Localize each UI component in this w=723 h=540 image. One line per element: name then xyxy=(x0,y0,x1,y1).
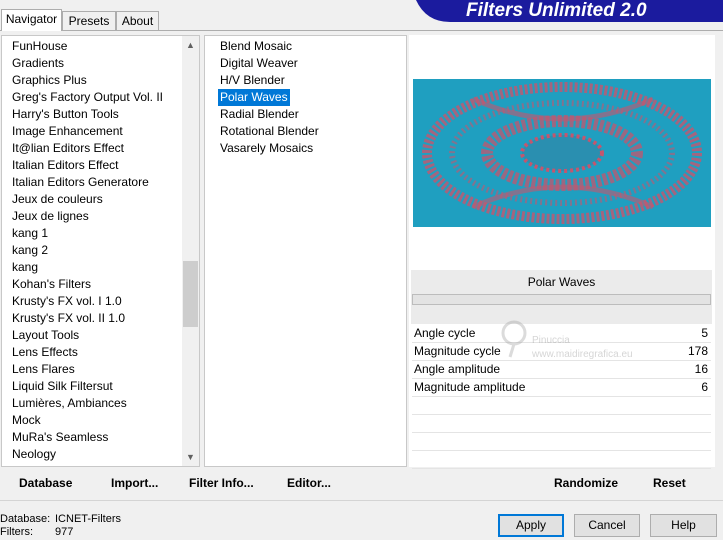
parameter-name: Magnitude cycle xyxy=(414,344,501,358)
status-filters-label: Filters: xyxy=(0,526,33,538)
category-item[interactable]: Kohan's Filters xyxy=(12,276,91,293)
parameter-row-empty xyxy=(412,415,711,433)
category-item[interactable]: Neology xyxy=(12,446,56,463)
category-item[interactable]: Krusty's FX vol. I 1.0 xyxy=(12,293,122,310)
import-button[interactable]: Import... xyxy=(111,473,158,493)
app-title: Filters Unlimited 2.0 xyxy=(466,0,647,21)
category-item[interactable]: kang 1 xyxy=(12,225,48,242)
status-database-label: Database: xyxy=(0,513,51,525)
category-scrollbar[interactable]: ▲ ▼ xyxy=(182,36,199,466)
filter-name-area: Polar Waves xyxy=(411,270,712,324)
category-item[interactable]: Krusty's FX vol. II 1.0 xyxy=(12,310,125,327)
cancel-button[interactable]: Cancel xyxy=(574,514,640,537)
parameter-value[interactable]: 5 xyxy=(701,325,708,342)
category-item[interactable]: Liquid Silk Filtersut xyxy=(12,378,113,395)
category-item[interactable]: kang xyxy=(12,259,38,276)
scroll-down-icon[interactable]: ▼ xyxy=(182,449,199,466)
parameter-name: Angle cycle xyxy=(414,326,476,340)
progress-bar xyxy=(412,294,711,305)
filter-list[interactable]: Blend Mosaic Digital Weaver H/V Blender Pol… xyxy=(204,35,407,467)
category-item[interactable]: kang 2 xyxy=(12,242,48,259)
filter-item[interactable]: Rotational Blender xyxy=(218,123,321,140)
category-item[interactable]: Graphics Plus xyxy=(12,72,87,89)
category-list[interactable]: FunHouse Gradients Graphics Plus Greg's Fac… xyxy=(1,35,200,467)
category-item[interactable]: Gradients xyxy=(12,55,64,72)
filter-item[interactable]: H/V Blender xyxy=(218,72,287,89)
category-item[interactable]: Jeux de lignes xyxy=(12,208,89,225)
parameter-value[interactable]: 16 xyxy=(695,361,708,378)
help-button[interactable]: Help xyxy=(650,514,717,537)
category-item[interactable]: Jeux de couleurs xyxy=(12,191,103,208)
app-title-banner: Filters Unlimited 2.0 xyxy=(416,0,723,22)
tab-presets[interactable]: Presets xyxy=(62,11,116,30)
category-item[interactable]: Harry's Button Tools xyxy=(12,106,119,123)
filter-info-button[interactable]: Filter Info... xyxy=(189,473,254,493)
randomize-button[interactable]: Randomize xyxy=(554,473,618,493)
category-item[interactable]: Mock xyxy=(12,412,41,429)
parameter-row-empty xyxy=(412,433,711,451)
watermark-logo-icon xyxy=(501,320,527,358)
watermark-line2: www.maidiregrafica.eu xyxy=(532,349,633,360)
parameter-row-empty xyxy=(412,451,711,469)
filter-item[interactable]: Blend Mosaic xyxy=(218,38,294,55)
parameter-row-empty xyxy=(412,397,711,415)
category-item[interactable]: Lumières, Ambiances xyxy=(12,395,127,412)
category-item[interactable]: FunHouse xyxy=(12,38,67,55)
parameter-row[interactable]: Magnitude amplitude 6 xyxy=(412,379,711,397)
category-item[interactable]: Greg's Factory Output Vol. II xyxy=(12,89,163,106)
tab-navigator[interactable]: Navigator xyxy=(1,9,62,31)
toolbar-divider xyxy=(0,500,723,501)
category-item[interactable]: It@lian Editors Effect xyxy=(12,140,124,157)
tab-divider xyxy=(0,30,723,31)
filter-item[interactable]: Radial Blender xyxy=(218,106,301,123)
watermark: Pinuccia www.maidiregrafica.eu xyxy=(500,319,660,367)
parameter-value[interactable]: 6 xyxy=(701,379,708,396)
filter-name: Polar Waves xyxy=(527,275,596,289)
filter-item[interactable]: Digital Weaver xyxy=(218,55,300,72)
filter-item[interactable]: Vasarely Mosaics xyxy=(218,140,315,157)
scroll-thumb[interactable] xyxy=(183,261,198,327)
category-item[interactable]: Layout Tools xyxy=(12,327,79,344)
preview-image xyxy=(413,79,711,227)
tab-about[interactable]: About xyxy=(116,11,159,30)
category-item[interactable]: Lens Flares xyxy=(12,361,75,378)
status-filters-value: 977 xyxy=(55,526,74,538)
status-database-value: ICNET-Filters xyxy=(55,513,121,525)
category-item[interactable]: Italian Editors Effect xyxy=(12,157,119,174)
watermark-line1: Pinuccia xyxy=(532,335,570,346)
parameter-name: Magnitude amplitude xyxy=(414,380,526,394)
scroll-up-icon[interactable]: ▲ xyxy=(182,37,199,54)
category-item[interactable]: MuRa's Seamless xyxy=(12,429,108,446)
database-button[interactable]: Database xyxy=(19,473,72,493)
filter-item[interactable]: Polar Waves xyxy=(218,89,290,106)
category-item[interactable]: Lens Effects xyxy=(12,344,78,361)
category-item[interactable]: Image Enhancement xyxy=(12,123,123,140)
category-item[interactable]: Italian Editors Generatore xyxy=(12,174,149,191)
editor-button[interactable]: Editor... xyxy=(287,473,331,493)
parameter-value[interactable]: 178 xyxy=(688,343,708,360)
reset-button[interactable]: Reset xyxy=(653,473,686,493)
apply-button[interactable]: Apply xyxy=(498,514,564,537)
parameter-name: Angle amplitude xyxy=(414,362,501,376)
